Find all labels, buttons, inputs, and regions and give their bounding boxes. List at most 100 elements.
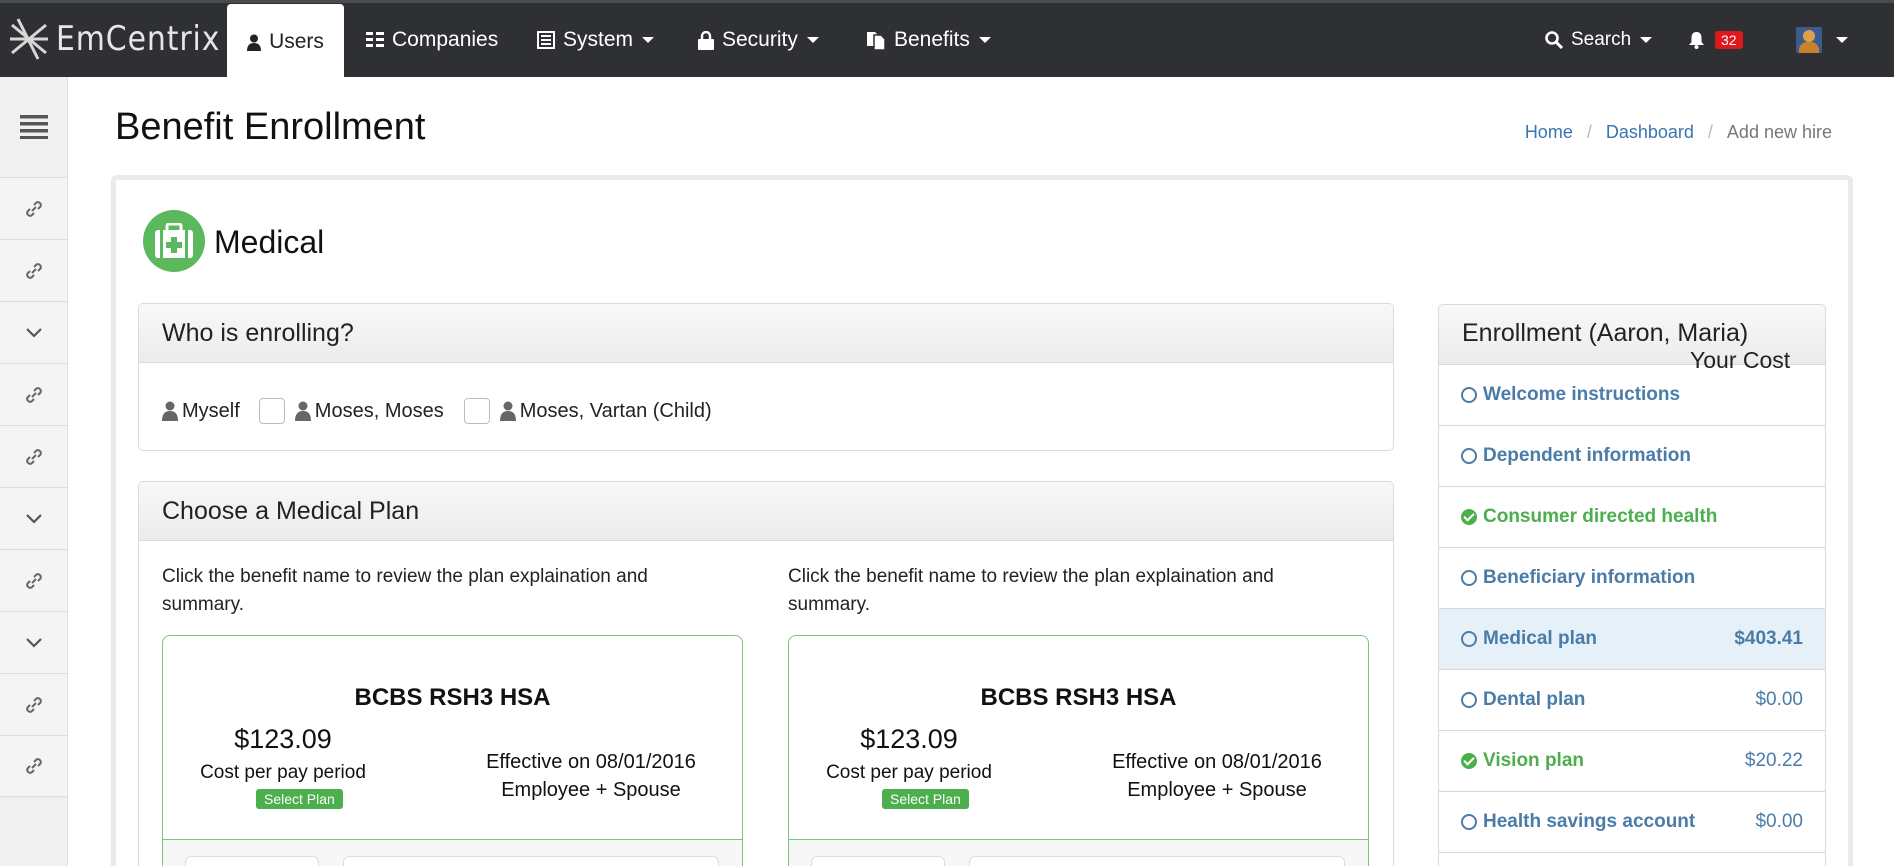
breadcrumb-separator: / <box>1707 122 1713 142</box>
plan-coverage-level: Employee + Spouse <box>1127 779 1307 801</box>
bell-icon <box>1689 32 1704 49</box>
sidebar-rail <box>0 77 68 866</box>
chevron-down-icon <box>978 37 991 43</box>
nav-security-label: Security <box>722 28 798 51</box>
plan-cost: $123.09 <box>860 724 958 754</box>
nav-companies-label: Companies <box>392 28 499 51</box>
nav-users-label: Users <box>269 30 324 53</box>
link-icon <box>25 572 42 589</box>
sidebar-item-link[interactable] <box>0 735 67 797</box>
sidebar-item-link[interactable] <box>0 549 67 611</box>
select-plan-button[interactable]: Select Plan <box>882 789 969 809</box>
step-vision-plan[interactable]: Vision plan $20.22 <box>1439 731 1825 792</box>
step-health-savings-account[interactable]: Health savings account $0.00 <box>1439 792 1825 853</box>
plan-footer-field[interactable] <box>343 856 719 866</box>
your-cost-header: Your Cost <box>1690 347 1791 373</box>
plan-cost-label: Cost per pay period <box>826 762 992 783</box>
nav-system[interactable]: System <box>537 3 655 77</box>
chevron-down-icon <box>25 327 42 338</box>
step-label: Vision plan <box>1483 750 1585 771</box>
sidebar-toggle[interactable] <box>0 77 67 177</box>
brand-name: EmCentrix <box>56 19 221 59</box>
step-beneficiary-information[interactable]: Beneficiary information <box>1439 548 1825 609</box>
top-navbar: EmCentrix Users Companies System Securit… <box>0 0 1894 80</box>
sidebar-item-link[interactable] <box>0 673 67 735</box>
step-welcome-instructions[interactable]: Welcome instructions <box>1439 365 1825 426</box>
plan-name-link[interactable]: BCBS RSH3 HSA <box>789 684 1368 712</box>
step-cost: $20.22 <box>1744 750 1803 771</box>
nav-users[interactable]: Users <box>227 4 344 80</box>
sitemap-icon <box>366 32 384 47</box>
sidebar-item-link[interactable] <box>0 363 67 425</box>
enrollee-myself: Myself <box>182 399 240 422</box>
step-cost: $403.41 <box>1734 628 1803 649</box>
section-title: Medical <box>214 224 325 260</box>
plan-effective-date: Effective on 08/01/2016 <box>486 751 696 773</box>
who-enrolling-panel: Who is enrolling? <box>138 303 1394 451</box>
nav-notifications[interactable]: 32 <box>1688 3 1743 77</box>
sidebar-item-expand[interactable] <box>0 611 67 673</box>
nav-search[interactable]: Search <box>1545 3 1653 77</box>
breadcrumb-dashboard[interactable]: Dashboard <box>1606 122 1694 143</box>
step-medical-plan[interactable]: Medical plan $403.41 <box>1439 609 1825 670</box>
enrollee-checkbox[interactable] <box>258 398 285 424</box>
sidebar-item-link[interactable] <box>0 425 67 487</box>
step-consumer-directed-health[interactable]: Consumer directed health <box>1439 487 1825 548</box>
link-icon <box>25 696 42 713</box>
nav-benefits[interactable]: Benefits <box>866 3 991 77</box>
plan-footer-field[interactable] <box>969 856 1345 866</box>
plan-name-link[interactable]: BCBS RSH3 HSA <box>163 684 742 712</box>
plan-coverage-level: Employee + Spouse <box>501 779 681 801</box>
step-label: Beneficiary information <box>1483 567 1696 588</box>
emcentrix-logo-icon <box>10 18 48 60</box>
files-icon <box>867 31 886 50</box>
step-label: Dental plan <box>1483 689 1586 710</box>
brand-logo[interactable]: EmCentrix <box>8 13 243 65</box>
circle-icon <box>1461 692 1477 708</box>
page-title: Benefit Enrollment <box>115 106 426 148</box>
nav-user-menu[interactable] <box>1796 3 1848 77</box>
breadcrumb-current: Add new hire <box>1726 122 1832 142</box>
breadcrumb-home[interactable]: Home <box>1525 122 1573 143</box>
sidebar-item-link[interactable] <box>0 177 67 239</box>
check-circle-icon <box>1461 753 1477 769</box>
nav-companies[interactable]: Companies <box>366 3 498 77</box>
step-label: Welcome instructions <box>1483 384 1681 405</box>
chevron-down-icon <box>1640 37 1653 43</box>
select-plan-button[interactable]: Select Plan <box>256 789 343 809</box>
who-enrolling-title: Who is enrolling? <box>139 304 1393 363</box>
chevron-down-icon <box>25 513 42 524</box>
sidebar-item-expand[interactable] <box>0 487 67 549</box>
link-icon <box>25 758 42 774</box>
nav-security[interactable]: Security <box>698 3 819 77</box>
chevron-down-icon <box>806 37 819 43</box>
circle-icon <box>1461 631 1477 647</box>
search-icon <box>1545 31 1563 49</box>
link-icon <box>25 262 42 279</box>
lock-icon <box>698 30 714 50</box>
plan-footer-tab[interactable] <box>185 856 319 866</box>
nav-system-label: System <box>563 28 634 51</box>
check-circle-icon <box>1461 509 1477 525</box>
step-dependent-information[interactable]: Dependent information <box>1439 426 1825 487</box>
link-icon <box>25 200 42 217</box>
plan-footer-tab[interactable] <box>811 856 945 866</box>
breadcrumb: Home / Dashboard / Add new hire <box>1525 122 1832 143</box>
sidebar-item-expand[interactable] <box>0 301 67 363</box>
user-icon <box>247 34 262 51</box>
enrollment-title: Enrollment (Aaron, Maria) <box>1462 319 1749 347</box>
enrollee-checkbox[interactable] <box>463 398 490 424</box>
circle-icon <box>1461 814 1477 830</box>
circle-icon <box>1461 570 1477 586</box>
enrollee-vartan: Moses, Vartan (Child) <box>519 399 712 422</box>
step-dental-plan[interactable]: Dental plan $0.00 <box>1439 670 1825 731</box>
plan-effective-info: Effective on 08/01/2016 Employee + Spous… <box>471 748 711 804</box>
plan-effective-info: Effective on 08/01/2016 Employee + Spous… <box>1097 748 1337 804</box>
enrolling-people-row: Myself Moses, Moses Moses, Vartan (Child… <box>162 398 712 424</box>
step-cost: $0.00 <box>1755 689 1803 710</box>
sidebar-item-link[interactable] <box>0 239 67 301</box>
plan-card: BCBS RSH3 HSA $123.09 Cost per pay perio… <box>788 635 1369 866</box>
hamburger-menu-icon <box>19 115 48 139</box>
user-icon <box>162 401 178 421</box>
step-label: Medical plan <box>1483 628 1598 649</box>
